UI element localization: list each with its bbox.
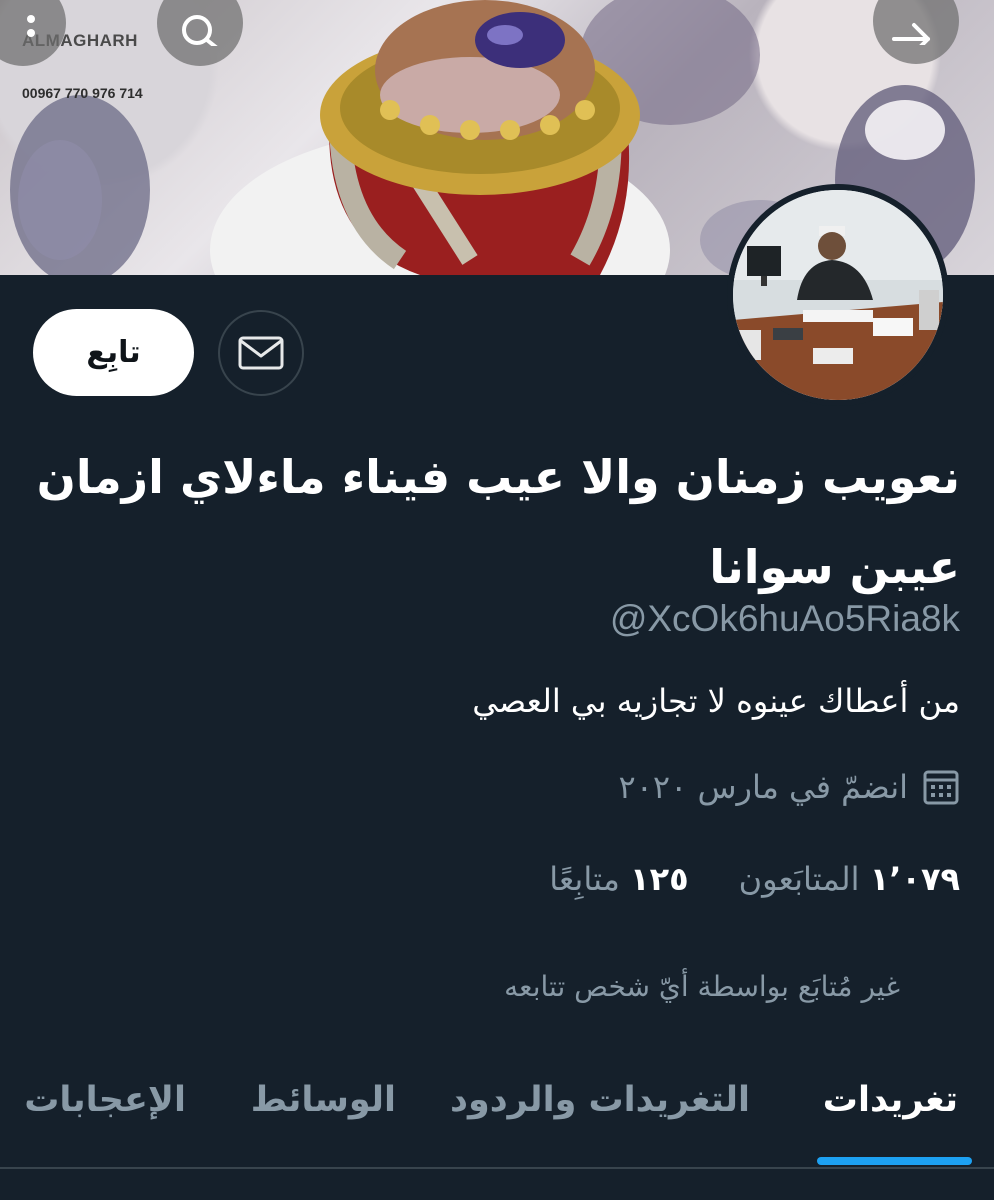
more-vertical-icon (27, 15, 35, 37)
following-label: متابِعًا (549, 860, 620, 898)
tab-tweets-replies[interactable]: التغريدات والردود (450, 1080, 750, 1120)
following-stat[interactable]: ١٢٥ متابِعًا (549, 860, 688, 898)
avatar-photo (733, 190, 943, 400)
tab-likes[interactable]: الإعجابات (24, 1080, 186, 1120)
arrow-right-icon (892, 23, 930, 45)
follow-stats: ١٬٠٧٩ المتابَعون ١٢٥ متابِعًا (549, 860, 960, 898)
display-name: نعويب زمنان والا عيب فيناء ماءلاي ازمان … (36, 450, 960, 594)
active-tab-indicator (817, 1157, 972, 1165)
join-date: انضمّ في مارس ٢٠٢٠ (619, 768, 960, 806)
profile-avatar[interactable] (727, 184, 949, 406)
followers-stat[interactable]: ١٬٠٧٩ المتابَعون (739, 860, 960, 898)
tab-media[interactable]: الوسائط (251, 1080, 396, 1120)
profile-tabs: تغريدات التغريدات والردود الوسائط الإعجا… (0, 1080, 994, 1168)
calendar-icon (923, 770, 959, 805)
join-date-text: انضمّ في مارس ٢٠٢٠ (618, 768, 908, 806)
envelope-icon (238, 336, 284, 370)
not-followed-notice: غير مُتابَع بواسطة أيّ شخص تتابعه (504, 970, 900, 1003)
tab-tweets[interactable]: تغريدات (823, 1080, 958, 1120)
bio: من أعطاك عينوه لا تجازيه بي العصي (472, 682, 960, 720)
followers-count: ١٬٠٧٩ (869, 860, 960, 898)
follow-button[interactable]: تابِع (33, 309, 194, 396)
watermark-phone: 00967 770 976 714 (22, 85, 143, 101)
search-icon (182, 15, 218, 46)
tabs-divider (0, 1167, 994, 1169)
following-count: ١٢٥ (630, 860, 689, 898)
message-button[interactable] (218, 310, 304, 396)
followers-label: المتابَعون (738, 860, 860, 898)
user-handle: @XcOk6huAo5Ria8k (609, 598, 960, 639)
